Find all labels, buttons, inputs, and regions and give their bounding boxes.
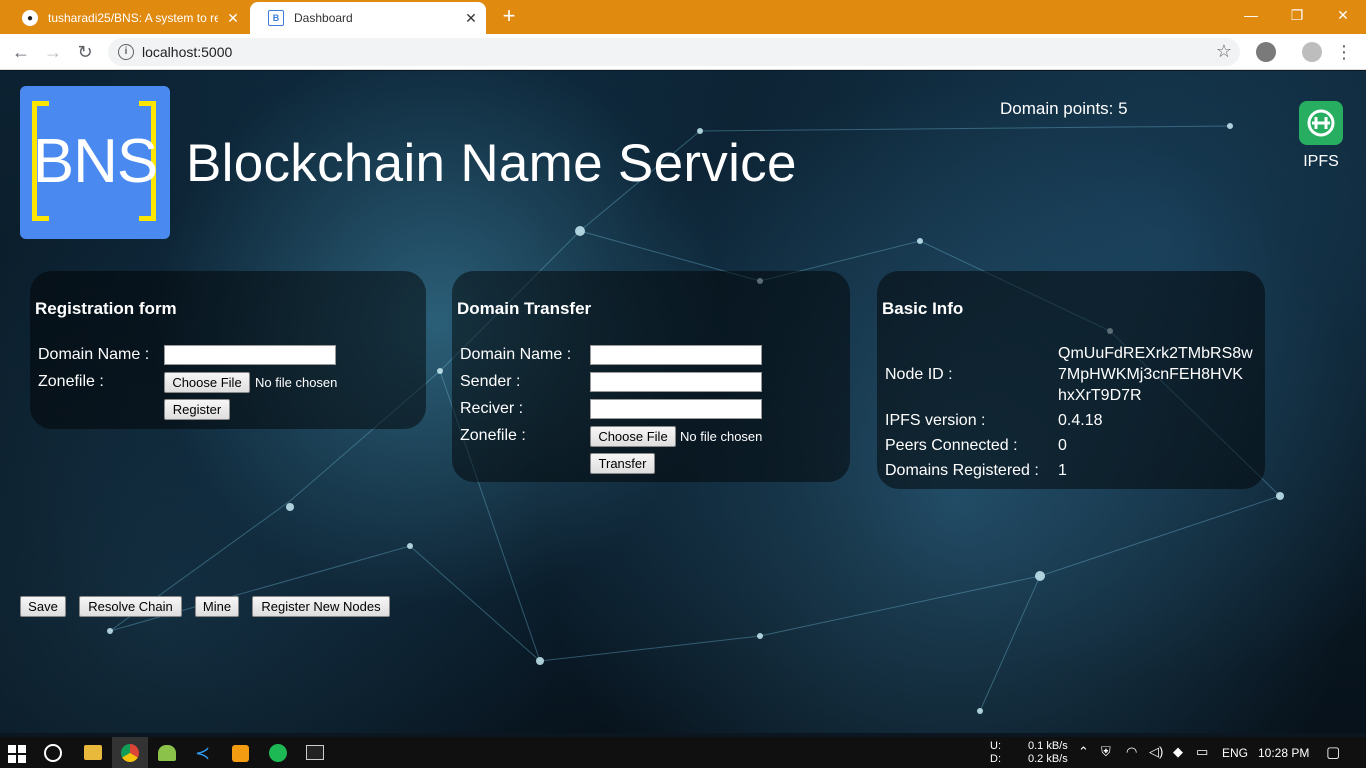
registration-domain-input[interactable]	[164, 345, 336, 365]
zonefile-label: Zonefile :	[38, 373, 104, 390]
resolve-chain-button[interactable]: Resolve Chain	[79, 596, 182, 617]
windows-start-icon[interactable]	[8, 745, 26, 763]
menu-icon[interactable]: ⋮	[1332, 40, 1356, 64]
chrome-taskbar-slot[interactable]	[112, 737, 148, 768]
volume-icon[interactable]: ◁)	[1149, 744, 1163, 760]
ipfs-link[interactable]: IPFS	[1298, 101, 1344, 171]
address-bar[interactable]: i localhost:5000 ☆	[108, 38, 1240, 66]
domains-registered-label: Domains Registered :	[885, 462, 1039, 479]
register-button[interactable]: Register	[164, 399, 230, 420]
page-body: BNS Blockchain Name Service Domain point…	[0, 71, 1366, 733]
windows-taskbar: ≺ U: 0.1 kB/s D: 0.2 kB/s ⌃ ⛨ ◠ ◁) ◆ ▭ E…	[0, 737, 1366, 768]
search-icon[interactable]	[44, 744, 62, 762]
bns-favicon-icon: B	[268, 10, 284, 26]
ipfs-version-value: 0.4.18	[1058, 412, 1103, 429]
transfer-zonefile-label: Zonefile :	[460, 427, 526, 444]
spotify-icon[interactable]	[269, 744, 287, 762]
info-icon[interactable]: i	[118, 44, 134, 60]
ipfs-icon[interactable]	[1299, 101, 1343, 145]
ipfs-label: IPFS	[1303, 153, 1339, 170]
registration-no-file-text: No file chosen	[255, 375, 338, 390]
save-button[interactable]: Save	[20, 596, 66, 617]
forward-icon[interactable]: →	[41, 40, 65, 64]
language-indicator[interactable]: ENG	[1222, 746, 1248, 760]
ipfs-version-label: IPFS version :	[885, 412, 986, 429]
logo-text: BNS	[32, 127, 158, 196]
sender-input[interactable]	[590, 372, 762, 392]
registration-card: Registration form Domain Name : Zonefile…	[30, 271, 426, 429]
minimize-button[interactable]: —	[1228, 0, 1274, 30]
android-studio-icon[interactable]	[158, 745, 176, 761]
browser-toolbar: ← → ↻ i localhost:5000 ☆ ⋮	[0, 34, 1366, 70]
upload-label: U:	[990, 740, 1001, 752]
domain-points-value: 5	[1118, 99, 1128, 118]
url-text[interactable]: localhost:5000	[142, 44, 232, 60]
vscode-icon[interactable]: ≺	[195, 744, 213, 763]
restore-button[interactable]: ❐	[1274, 0, 1320, 30]
basic-info-card: Basic Info Node ID : QmUuFdREXrk2TMbRS8w…	[877, 271, 1265, 489]
clock[interactable]: 10:28 PM	[1258, 746, 1309, 760]
transfer-domain-label: Domain Name :	[460, 346, 572, 363]
download-rate: 0.2 kB/s	[1028, 753, 1068, 765]
close-window-button[interactable]: ✕	[1320, 0, 1366, 30]
transfer-card: Domain Transfer Domain Name : Sender : R…	[452, 271, 850, 482]
domain-points-label: Domain points:	[1000, 99, 1114, 118]
sender-label: Sender :	[460, 373, 521, 390]
new-tab-button[interactable]: +	[497, 5, 521, 28]
register-new-nodes-button[interactable]: Register New Nodes	[252, 596, 390, 617]
close-tab-icon[interactable]: ✕	[456, 10, 486, 27]
page-title: Blockchain Name Service	[186, 134, 797, 193]
mine-button[interactable]: Mine	[195, 596, 239, 617]
bns-logo: BNS	[20, 86, 170, 239]
transfer-heading: Domain Transfer	[457, 299, 592, 318]
registration-heading: Registration form	[35, 299, 177, 318]
transfer-button[interactable]: Transfer	[590, 453, 655, 474]
receiver-input[interactable]	[590, 399, 762, 419]
bookmark-star-icon[interactable]: ☆	[1216, 41, 1232, 62]
extension-icon[interactable]	[1256, 42, 1276, 62]
browser-titlebar: ● tusharadi25/BNS: A system to re ✕ B Da…	[0, 0, 1366, 34]
receiver-label: Reciver :	[460, 400, 524, 417]
file-explorer-icon[interactable]	[84, 745, 102, 760]
github-icon: ●	[22, 10, 38, 26]
peers-value: 0	[1058, 437, 1067, 454]
reload-icon[interactable]: ↻	[73, 40, 97, 64]
node-id-label: Node ID :	[885, 366, 953, 383]
chrome-icon	[121, 744, 139, 762]
upload-rate: 0.1 kB/s	[1028, 740, 1068, 752]
tab-title: tusharadi25/BNS: A system to re	[48, 11, 218, 25]
transfer-choose-file-button[interactable]: Choose File	[590, 426, 676, 447]
profile-avatar-icon[interactable]	[1302, 42, 1322, 62]
sublime-icon[interactable]	[232, 745, 249, 762]
tab-dashboard[interactable]: B Dashboard ✕	[250, 2, 486, 34]
node-id-line-1: QmUuFdREXrk2TMbRS8w	[1058, 345, 1253, 362]
node-id-line-3: hxXrT9D7R	[1058, 387, 1142, 404]
domain-name-label: Domain Name :	[38, 346, 150, 363]
registration-choose-file-button[interactable]: Choose File	[164, 372, 250, 393]
transfer-no-file-text: No file chosen	[680, 429, 763, 444]
terminal-icon[interactable]	[306, 745, 324, 760]
download-label: D:	[990, 753, 1001, 765]
close-tab-icon[interactable]: ✕	[218, 10, 248, 27]
defender-shield-icon[interactable]: ⛨	[1101, 744, 1111, 760]
domains-registered-value: 1	[1058, 462, 1067, 479]
transfer-domain-input[interactable]	[590, 345, 762, 365]
tray-expand-icon[interactable]: ⌃	[1078, 744, 1089, 760]
tab-github[interactable]: ● tusharadi25/BNS: A system to re ✕	[4, 2, 248, 34]
node-id-line-2: 7MpHWKMj3cnFEH8HVK	[1058, 366, 1243, 383]
wifi-icon[interactable]: ◠	[1126, 744, 1137, 760]
back-icon[interactable]: ←	[9, 40, 33, 64]
tab-title: Dashboard	[294, 11, 353, 25]
basic-info-heading: Basic Info	[882, 299, 964, 318]
peers-label: Peers Connected :	[885, 437, 1018, 454]
battery-icon[interactable]: ▭	[1196, 744, 1208, 760]
notifications-icon[interactable]: ▢	[1326, 743, 1340, 761]
dropbox-icon[interactable]: ◆	[1173, 744, 1183, 760]
domain-points: Domain points: 5	[1000, 99, 1128, 119]
